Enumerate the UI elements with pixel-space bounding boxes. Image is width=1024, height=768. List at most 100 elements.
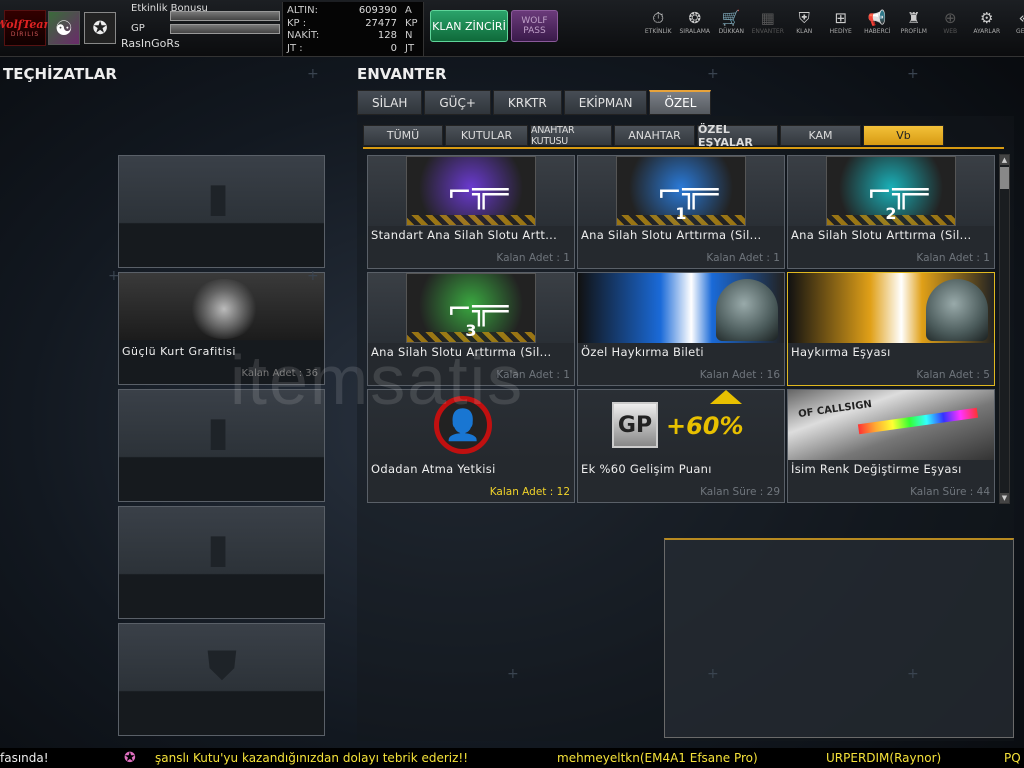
item-image: ⌐╦═ 2 [788,156,994,226]
nav-profile[interactable]: ♜ PROFİLM [896,8,933,42]
item-quantity: Kalan Süre : 29 [700,486,780,498]
rank-star-icon[interactable]: ✪ [84,12,116,44]
globe-icon: ⊕ [943,9,957,27]
nav-stopwatch[interactable]: ⏱ ETKİNLİK [640,8,677,42]
nav-gear[interactable]: ⚙ AYARLAR [969,8,1006,42]
item-name: İsim Renk Değiştirme Eşyası [791,462,962,476]
clan-emblem-icon[interactable]: ☯ [48,11,80,45]
currency-label: NAKİT: [287,30,320,41]
subtab-3[interactable]: ANAHTAR [614,125,695,146]
currency-value: 609390 [358,5,397,16]
subtab-6[interactable]: Vb [863,125,944,146]
inventory-item[interactable]: GP +60% Ek %60 Gelişim Puanı Kalan Süre : 2… [577,389,785,503]
inventory-item[interactable]: Haykırma Eşyası Kalan Adet : 5 [787,272,995,386]
item-quantity: Kalan Adet : 1 [916,252,990,264]
ticker-text: mehmeyeltkn(EM4A1 Efsane Pro) [557,751,758,765]
subtab-underline [363,147,1004,149]
item-image [578,273,784,343]
currency-unit: A [405,5,412,16]
subtab-0[interactable]: TÜMÜ [363,125,443,146]
subtab-4[interactable]: ÖZEL EŞYALAR [697,123,778,149]
nav-label: WEB [943,28,958,35]
subtab-5[interactable]: KAM [780,125,861,146]
decor-plus-icon: + [307,268,319,284]
slot-number: 3 [465,321,477,340]
item-name: Özel Haykırma Bileti [581,345,704,359]
currency-row: ALTIN: 609390 A [287,5,419,18]
weapon-slot-icon: ⌐╦═ 1 [616,156,746,226]
equipment-slot[interactable]: ▮ [118,506,325,619]
tab-2[interactable]: KRKTR [492,90,562,115]
currency-row: JT : 0 JT [287,43,419,56]
decor-plus-icon: + [907,66,919,82]
ticker-star-icon: ✪ [124,750,136,766]
scroll-up-icon[interactable]: ▲ [1000,155,1009,165]
subtab-1[interactable]: KUTULAR [445,125,528,146]
ticker-text: PQ [1004,751,1021,765]
slot-number: 2 [885,204,897,223]
nav-cart[interactable]: 🛒 DÜKKAN [713,8,750,42]
item-name: Ana Silah Slotu Arttırma (Sil... [791,228,972,242]
shield-icon: ⛨ [798,9,810,27]
item-image: GP +60% [578,390,784,460]
gear-icon: ⚙ [980,9,994,27]
wolf-pass-label: WOLF PASS [521,16,548,36]
equipment-slot[interactable]: ⛊ [118,623,325,736]
scroll-thumb[interactable] [1000,167,1009,189]
scroll-down-icon[interactable]: ▼ [1000,493,1009,503]
item-image: ⌐╦═ 3 [368,273,574,343]
inventory-item[interactable]: OF CALLSIGN İsim Renk Değiştirme Eşyası Ka… [787,389,995,503]
ticker-text: fasında! [0,751,49,765]
gp-badge-icon: GP [612,402,658,448]
item-image: ⌐╦═ 1 [578,156,784,226]
inventory-item[interactable]: ⌐╦═ 1 Ana Silah Slotu Arttırma (Sil... Kala… [577,155,785,269]
equipment-slot[interactable]: ▮ [118,155,325,268]
inventory-scrollbar[interactable]: ▲ ▼ [999,154,1010,504]
ticker-text: şanslı Kutu'yu kazandığınızdan dolayı te… [155,751,469,765]
tab-1[interactable]: GÜÇ+ [424,90,491,115]
item-name: Haykırma Eşyası [791,345,891,359]
tab-3[interactable]: EKİPMAN [563,90,648,115]
inventory-sub-tabs: TÜMÜ KUTULAR ANAHTAR KUTUSU ANAHTAR ÖZEL EŞY… [363,123,946,149]
tab-0[interactable]: SİLAH [357,90,423,115]
wolf-pass-button[interactable]: WOLF PASS [511,10,558,42]
inventory-item[interactable]: ⌐╦═ 2 Ana Silah Slotu Arttırma (Sil... Kala… [787,155,995,269]
currency-row: NAKİT: 128 N [287,30,419,43]
nav-label: GERİ [1016,28,1024,35]
decor-plus-icon: + [307,66,319,82]
hazard-stripe [407,215,535,225]
nav-medal[interactable]: ❂ SIRALAMA [677,8,714,42]
profile-icon: ♜ [907,9,921,27]
nav-inventory[interactable]: ▦ ENVANTER [750,8,787,42]
nav-globe[interactable]: ⊕ WEB [932,8,969,42]
gp-bonus-text: +60% [666,412,744,440]
currency-value: 0 [390,42,397,54]
slot-number: 1 [675,204,687,223]
nav-gift[interactable]: ⊞ HEDİYE [823,8,860,42]
nav-label: PROFİLM [900,28,927,35]
inventory-item[interactable]: ⌐╦═ Standart Ana Silah Slotu Artt... Kalan… [367,155,575,269]
klan-chain-button[interactable]: KLAN ZİNCİRİ [430,10,508,42]
item-quantity: Kalan Adet : 12 [489,486,570,498]
inventory-main-tabs: SİLAH GÜÇ+ KRKTR EKİPMAN ÖZEL [357,90,713,115]
wolf-graffiti-icon [189,279,259,339]
item-quantity: Kalan Adet : 1 [706,252,780,264]
soldier-icon [926,279,988,341]
item-detail-panel [664,538,1014,738]
currency-row: KP : 27477 KP [287,18,419,31]
back-icon: « [1019,8,1024,28]
tab-4[interactable]: ÖZEL [649,90,712,115]
item-quantity: Kalan Adet : 1 [496,252,570,264]
nav-shield[interactable]: ⛨ KLAN [786,8,823,42]
currency-unit: N [405,30,413,41]
watermark: itemsatis [230,341,525,419]
nav-megaphone[interactable]: 📢 HABERCİ [859,8,896,42]
currency-label: JT : [287,42,303,54]
rifle-icon: ⌐╦═ [447,175,509,210]
decor-plus-icon: + [707,666,719,682]
currency-value: 128 [377,30,397,41]
nav-back[interactable]: «GERİ [1005,8,1024,42]
top-bar: WolfTeam DIRILIS ☯ ✪ Etkinlik Bonusu GP … [0,0,1024,57]
subtab-2[interactable]: ANAHTAR KUTUSU [530,125,612,147]
inventory-item[interactable]: Özel Haykırma Bileti Kalan Adet : 16 [577,272,785,386]
